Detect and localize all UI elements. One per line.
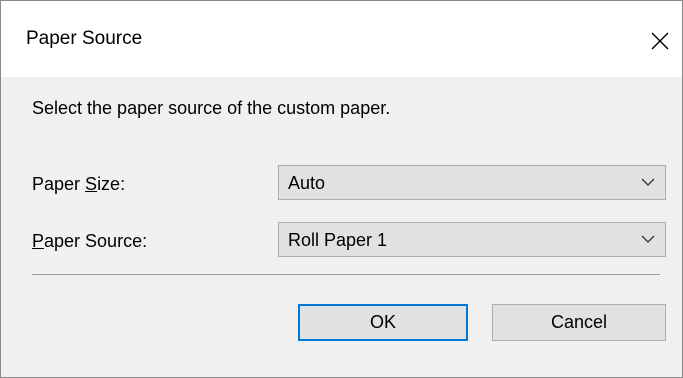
- paper-size-value: Auto: [288, 173, 326, 193]
- ok-button[interactable]: OK: [298, 304, 468, 341]
- paper-source-label-accelerator: P: [32, 231, 45, 251]
- paper-size-label-post: ize:: [97, 174, 126, 194]
- title-bar: Paper Source: [1, 1, 682, 77]
- paper-size-label-pre: Paper: [32, 174, 86, 194]
- chevron-down-icon: [641, 235, 655, 243]
- cancel-button[interactable]: Cancel: [492, 304, 666, 341]
- paper-size-dropdown[interactable]: Auto: [278, 165, 666, 200]
- paper-size-label-accelerator: S: [85, 174, 98, 194]
- dialog-title: Paper Source: [26, 28, 143, 49]
- paper-size-label: Paper Size:: [32, 174, 125, 195]
- close-button[interactable]: [638, 19, 682, 63]
- separator-line: [32, 274, 660, 275]
- chevron-down-icon: [641, 178, 655, 186]
- paper-source-label-post: aper Source:: [44, 231, 148, 251]
- paper-source-dialog: Paper Source Select the paper source of …: [0, 0, 683, 378]
- paper-source-label: Paper Source:: [32, 231, 147, 252]
- paper-source-dropdown[interactable]: Roll Paper 1: [278, 222, 666, 257]
- paper-source-value: Roll Paper 1: [288, 230, 388, 250]
- close-icon: [651, 32, 669, 50]
- instruction-text: Select the paper source of the custom pa…: [32, 98, 391, 118]
- dialog-content: Select the paper source of the custom pa…: [1, 77, 682, 377]
